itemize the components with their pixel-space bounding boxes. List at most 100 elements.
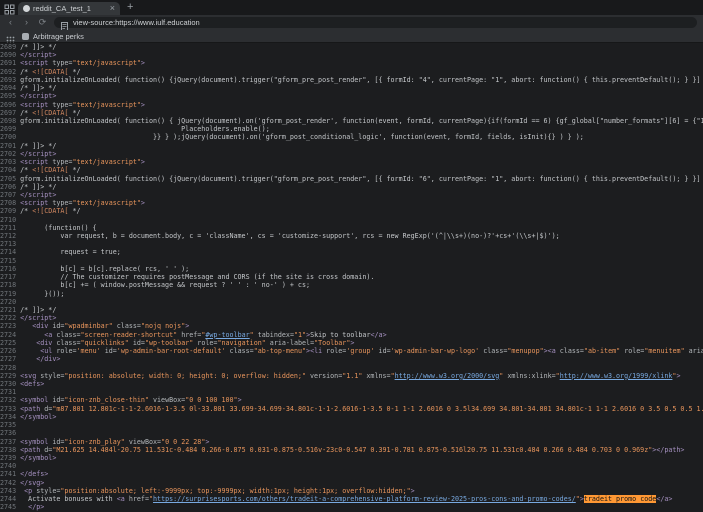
source-line: 2700 }} } );jQuery(document).on('gform_p… (0, 133, 703, 141)
source-code: 2689/* ]]> */2690</script>2691<script ty… (0, 43, 703, 511)
tab-title: reddit_CA_test_1 (33, 4, 107, 13)
source-line: 2738<path d="M21.625 14.484l-20.75 11.53… (0, 446, 703, 454)
source-line: 2735 (0, 421, 703, 429)
bookmark-item[interactable]: Arbitrage perks (22, 32, 84, 41)
line-number: 2693 (0, 76, 20, 84)
line-number: 2709 (0, 207, 20, 215)
line-number: 2729 (0, 372, 20, 380)
line-number: 2703 (0, 158, 20, 166)
source-line-text: <defs> (20, 380, 703, 388)
source-line: 2689/* ]]> */ (0, 43, 703, 51)
line-number: 2692 (0, 68, 20, 76)
line-number: 2721 (0, 306, 20, 314)
new-tab-button[interactable]: + (127, 2, 133, 13)
source-line-text: </script> (20, 314, 703, 322)
line-number: 2740 (0, 462, 20, 470)
source-line: 2710 (0, 216, 703, 224)
source-line-text: <div class="quicklinks" id="wp-toolbar" … (20, 339, 703, 347)
source-link[interactable]: https://surprisesports.com/others/tradei… (153, 495, 576, 503)
source-line: 2704/* <![CDATA[ */ (0, 166, 703, 174)
line-number: 2741 (0, 470, 20, 478)
source-line: 2741</defs> (0, 470, 703, 478)
source-line: 2701/* ]]> */ (0, 142, 703, 150)
browser-tab[interactable]: reddit_CA_test_1 × (18, 2, 120, 15)
source-line-text: /* ]]> */ (20, 142, 703, 150)
line-number: 2734 (0, 413, 20, 421)
source-line: 2721/* ]]> */ (0, 306, 703, 314)
source-line-text: <path d="m87.801 12.801c-1-1-2.6016-1-3.… (20, 405, 703, 413)
source-line-text: Activate bonuses with <a href="https://s… (20, 495, 703, 503)
source-line-text: gform.initializeOnLoaded( function() {jQ… (20, 76, 703, 84)
line-number: 2696 (0, 101, 20, 109)
source-line: 2709/* <![CDATA[ */ (0, 207, 703, 215)
source-line-text: /* <![CDATA[ */ (20, 166, 703, 174)
source-line-text: </script> (20, 92, 703, 100)
source-link[interactable]: http://www.w3.org/1999/xlink (560, 372, 673, 380)
source-line-text: var request, b = document.body, c = 'cla… (20, 232, 703, 240)
line-number: 2720 (0, 298, 20, 306)
source-link[interactable]: #wp-toolbar (205, 331, 249, 339)
source-line: 2716 b[c] = b[c].replace( rcs, ' ' ); (0, 265, 703, 273)
tab-close-icon[interactable]: × (110, 4, 115, 13)
line-number: 2735 (0, 421, 20, 429)
source-line: 2727 </div> (0, 355, 703, 363)
source-line-text: <ul role='menu' id='wp-admin-bar-root-de… (20, 347, 703, 355)
tab-favicon-icon (23, 5, 30, 12)
source-line: 2733<path d="m87.801 12.801c-1-1-2.6016-… (0, 405, 703, 413)
source-line: 2722</script> (0, 314, 703, 322)
line-number: 2730 (0, 380, 20, 388)
source-line-text: </defs> (20, 470, 703, 478)
line-number: 2694 (0, 84, 20, 92)
source-line: 2720 (0, 298, 703, 306)
view-source-content: 2689/* ]]> */2690</script>2691<script ty… (0, 43, 703, 512)
line-number: 2719 (0, 290, 20, 298)
source-line-text: </script> (20, 191, 703, 199)
source-line: 2707</script> (0, 191, 703, 199)
line-number: 2691 (0, 59, 20, 67)
source-line-text: }} } );jQuery(document).on('gform_post_c… (20, 133, 703, 141)
source-line-text: <script type="text/javascript"> (20, 199, 703, 207)
tab-grid-icon[interactable] (4, 2, 15, 13)
line-number: 2689 (0, 43, 20, 51)
source-line: 2715 (0, 257, 703, 265)
source-link[interactable]: http://www.w3.org/2000/svg (395, 372, 500, 380)
apps-grid-icon[interactable] (6, 32, 15, 41)
source-line: 2695</script> (0, 92, 703, 100)
line-number: 2710 (0, 216, 20, 224)
line-number: 2743 (0, 487, 20, 495)
source-line-text: /* <![CDATA[ */ (20, 109, 703, 117)
line-number: 2716 (0, 265, 20, 273)
source-line-text (20, 429, 703, 437)
source-line: 2711 (function() { (0, 224, 703, 232)
line-number: 2717 (0, 273, 20, 281)
source-line: 2742</svg> (0, 479, 703, 487)
source-line: 2739</symbol> (0, 454, 703, 462)
source-line: 2690</script> (0, 51, 703, 59)
source-line: 2732<symbol id="icon-znb_close-thin" vie… (0, 396, 703, 404)
line-number: 2733 (0, 405, 20, 413)
address-bar[interactable]: view-source:https://www.iulf.education (54, 17, 697, 28)
forward-button[interactable]: › (22, 18, 31, 27)
source-line-text: <symbol id="icon-znb_close-thin" viewBox… (20, 396, 703, 404)
source-line-text: </symbol> (20, 413, 703, 421)
source-line-text: // The customizer requires postMessage a… (20, 273, 703, 281)
reload-button[interactable]: ⟳ (38, 18, 47, 27)
source-line: 2719 }()); (0, 290, 703, 298)
source-line: 2706/* ]]> */ (0, 183, 703, 191)
source-line-text (20, 462, 703, 470)
source-line: 2693gform.initializeOnLoaded( function()… (0, 76, 703, 84)
tab-strip: reddit_CA_test_1 × + (0, 0, 703, 15)
back-button[interactable]: ‹ (6, 18, 15, 27)
line-number: 2713 (0, 240, 20, 248)
line-number: 2708 (0, 199, 20, 207)
line-number: 2745 (0, 503, 20, 511)
source-line: 2702</script> (0, 150, 703, 158)
source-line-text (20, 216, 703, 224)
source-line-text: b[c] = b[c].replace( rcs, ' ' ); (20, 265, 703, 273)
line-number: 2737 (0, 438, 20, 446)
line-number: 2707 (0, 191, 20, 199)
source-line-text: gform.initializeOnLoaded( function() { j… (20, 117, 703, 125)
source-line: 2718 b[c] += ( window.postMessage && req… (0, 281, 703, 289)
line-number: 2738 (0, 446, 20, 454)
line-number: 2732 (0, 396, 20, 404)
